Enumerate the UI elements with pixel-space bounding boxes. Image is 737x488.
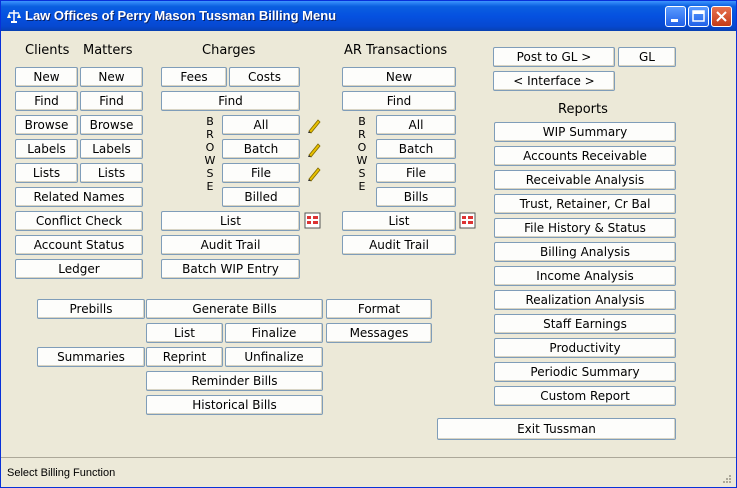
accounts-receivable-button[interactable]: Accounts Receivable bbox=[494, 146, 676, 166]
browse-letter: E bbox=[206, 180, 214, 193]
resize-grip-icon[interactable] bbox=[722, 474, 732, 484]
window-title: Law Offices of Perry Mason Tussman Billi… bbox=[25, 8, 337, 23]
client-find-button[interactable]: Find bbox=[15, 91, 78, 111]
historical-bills-button[interactable]: Historical Bills bbox=[146, 395, 323, 415]
matters-header: Matters bbox=[83, 43, 133, 58]
staff-earnings-button[interactable]: Staff Earnings bbox=[494, 314, 676, 334]
app-window: Law Offices of Perry Mason Tussman Billi… bbox=[0, 0, 737, 488]
ar-find-button[interactable]: Find bbox=[342, 91, 456, 111]
browse-letter: S bbox=[358, 167, 366, 180]
generate-bills-button[interactable]: Generate Bills bbox=[146, 299, 323, 319]
charges-header: Charges bbox=[202, 43, 256, 58]
ledger-button[interactable]: Ledger bbox=[15, 259, 143, 279]
browse-letter: R bbox=[206, 128, 214, 141]
ar-header: AR Transactions bbox=[344, 43, 448, 58]
matter-find-button[interactable]: Find bbox=[80, 91, 143, 111]
finalize-button[interactable]: Finalize bbox=[225, 323, 323, 343]
pencil-check-icon[interactable] bbox=[306, 117, 323, 134]
productivity-button[interactable]: Productivity bbox=[494, 338, 676, 358]
browse-letter: O bbox=[357, 141, 367, 154]
bills-list-button[interactable]: List bbox=[146, 323, 223, 343]
charges-browse-batch-button[interactable]: Batch bbox=[222, 139, 300, 159]
matter-lists-button[interactable]: Lists bbox=[80, 163, 143, 183]
maximize-icon bbox=[692, 10, 705, 22]
wip-summary-button[interactable]: WIP Summary bbox=[494, 122, 676, 142]
custom-report-button[interactable]: Custom Report bbox=[494, 386, 676, 406]
ar-browse-bills-button[interactable]: Bills bbox=[376, 187, 456, 207]
charges-audit-trail-button[interactable]: Audit Trail bbox=[161, 235, 300, 255]
ar-browse-all-button[interactable]: All bbox=[376, 115, 456, 135]
browse-letter: R bbox=[358, 128, 366, 141]
ar-list-button[interactable]: List bbox=[342, 211, 456, 231]
status-text: Select Billing Function bbox=[7, 467, 116, 479]
browse-letter: O bbox=[205, 141, 215, 154]
reprint-button[interactable]: Reprint bbox=[146, 347, 223, 367]
client-lists-button[interactable]: Lists bbox=[15, 163, 78, 183]
browse-letter: W bbox=[204, 154, 216, 167]
charges-find-button[interactable]: Find bbox=[161, 91, 300, 111]
pencil-check-icon[interactable] bbox=[306, 165, 323, 182]
close-button[interactable] bbox=[711, 6, 732, 27]
unfinalize-button[interactable]: Unfinalize bbox=[225, 347, 323, 367]
gl-button[interactable]: GL bbox=[618, 47, 676, 67]
realization-analysis-button[interactable]: Realization Analysis bbox=[494, 290, 676, 310]
client-browse-button[interactable]: Browse bbox=[15, 115, 78, 135]
trust-retainer-button[interactable]: Trust, Retainer, Cr Bal bbox=[494, 194, 676, 214]
batch-wip-entry-button[interactable]: Batch WIP Entry bbox=[161, 259, 300, 279]
ar-browse-batch-button[interactable]: Batch bbox=[376, 139, 456, 159]
ar-browse-file-button[interactable]: File bbox=[376, 163, 456, 183]
clients-header: Clients bbox=[25, 43, 70, 58]
title-bar[interactable]: Law Offices of Perry Mason Tussman Billi… bbox=[1, 1, 736, 31]
reminder-bills-button[interactable]: Reminder Bills bbox=[146, 371, 323, 391]
summaries-button[interactable]: Summaries bbox=[37, 347, 145, 367]
charges-browse-file-button[interactable]: File bbox=[222, 163, 300, 183]
report-grid-icon[interactable] bbox=[459, 212, 476, 229]
income-analysis-button[interactable]: Income Analysis bbox=[494, 266, 676, 286]
browse-letter: B bbox=[206, 115, 214, 128]
client-new-button[interactable]: New bbox=[15, 67, 78, 87]
status-bar: Select Billing Function bbox=[1, 457, 736, 487]
reports-header: Reports bbox=[558, 102, 608, 117]
charges-list-button[interactable]: List bbox=[161, 211, 300, 231]
post-to-gl-button[interactable]: Post to GL > bbox=[493, 47, 615, 67]
exit-button[interactable]: Exit Tussman bbox=[437, 418, 676, 440]
format-button[interactable]: Format bbox=[326, 299, 432, 319]
prebills-button[interactable]: Prebills bbox=[37, 299, 145, 319]
matter-labels-button[interactable]: Labels bbox=[80, 139, 143, 159]
scales-icon bbox=[7, 10, 21, 23]
pencil-check-icon[interactable] bbox=[306, 141, 323, 158]
browse-letter: E bbox=[358, 180, 366, 193]
report-grid-icon[interactable] bbox=[304, 212, 321, 229]
charges-browse-billed-button[interactable]: Billed bbox=[222, 187, 300, 207]
close-icon bbox=[716, 11, 727, 22]
matter-browse-button[interactable]: Browse bbox=[80, 115, 143, 135]
ar-new-button[interactable]: New bbox=[342, 67, 456, 87]
billing-analysis-button[interactable]: Billing Analysis bbox=[494, 242, 676, 262]
costs-button[interactable]: Costs bbox=[229, 67, 300, 87]
charges-browse-all-button[interactable]: All bbox=[222, 115, 300, 135]
file-history-status-button[interactable]: File History & Status bbox=[494, 218, 676, 238]
minimize-button[interactable] bbox=[665, 6, 686, 27]
browse-letter: B bbox=[358, 115, 366, 128]
client-labels-button[interactable]: Labels bbox=[15, 139, 78, 159]
messages-button[interactable]: Messages bbox=[326, 323, 432, 343]
browse-letter: W bbox=[356, 154, 368, 167]
browse-letter: S bbox=[206, 167, 214, 180]
account-status-button[interactable]: Account Status bbox=[15, 235, 143, 255]
periodic-summary-button[interactable]: Periodic Summary bbox=[494, 362, 676, 382]
receivable-analysis-button[interactable]: Receivable Analysis bbox=[494, 170, 676, 190]
interface-button[interactable]: < Interface > bbox=[493, 71, 615, 91]
related-names-button[interactable]: Related Names bbox=[15, 187, 143, 207]
conflict-check-button[interactable]: Conflict Check bbox=[15, 211, 143, 231]
minimize-icon bbox=[671, 19, 678, 22]
main-panel: Clients Matters New New Find Find Browse… bbox=[4, 31, 733, 457]
ar-audit-trail-button[interactable]: Audit Trail bbox=[342, 235, 456, 255]
matter-new-button[interactable]: New bbox=[80, 67, 143, 87]
maximize-button[interactable] bbox=[688, 6, 709, 27]
fees-button[interactable]: Fees bbox=[161, 67, 227, 87]
